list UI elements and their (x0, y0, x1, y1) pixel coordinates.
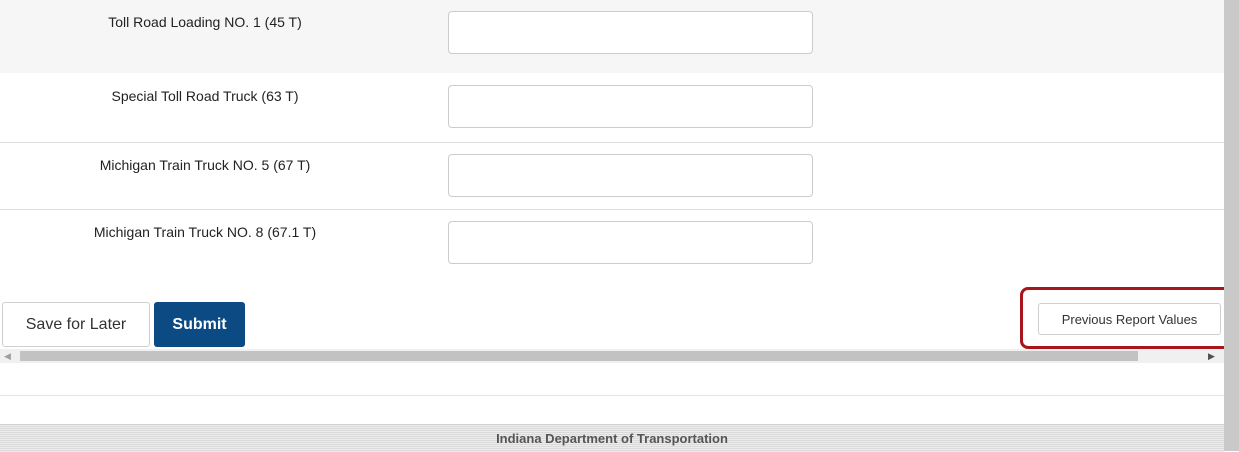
form-row-michigan-train-truck-5: Michigan Train Truck NO. 5 (67 T) (0, 142, 1224, 210)
footer: Indiana Department of Transportation (0, 424, 1224, 452)
footer-text: Indiana Department of Transportation (496, 431, 728, 446)
section-divider (0, 395, 1224, 396)
submit-button[interactable]: Submit (154, 302, 245, 347)
toll-road-loading-input[interactable] (448, 11, 813, 54)
row-label: Special Toll Road Truck (63 T) (111, 88, 299, 104)
row-label: Michigan Train Truck NO. 8 (67.1 T) (93, 224, 317, 240)
save-for-later-button[interactable]: Save for Later (2, 302, 150, 347)
report-form-page: Toll Road Loading NO. 1 (45 T) Special T… (0, 0, 1239, 452)
scroll-left-arrow-icon[interactable]: ◀ (4, 351, 11, 362)
form-row-toll-road-loading: Toll Road Loading NO. 1 (45 T) (0, 0, 1224, 73)
special-toll-road-truck-input[interactable] (448, 85, 813, 128)
michigan-train-truck-8-input[interactable] (448, 221, 813, 264)
row-label: Michigan Train Truck NO. 5 (67 T) (99, 157, 311, 173)
horizontal-scrollbar-thumb[interactable] (20, 351, 1138, 361)
horizontal-scrollbar[interactable]: ◀ ▶ (0, 349, 1224, 363)
form-row-michigan-train-truck-8: Michigan Train Truck NO. 8 (67.1 T) (0, 209, 1224, 278)
scroll-right-arrow-icon[interactable]: ▶ (1208, 351, 1215, 362)
form-row-special-toll-road-truck: Special Toll Road Truck (63 T) (0, 74, 1224, 142)
row-label: Toll Road Loading NO. 1 (45 T) (108, 14, 302, 30)
previous-report-values-button[interactable]: Previous Report Values (1038, 303, 1221, 335)
michigan-train-truck-5-input[interactable] (448, 154, 813, 197)
vertical-scrollbar[interactable] (1224, 0, 1239, 451)
